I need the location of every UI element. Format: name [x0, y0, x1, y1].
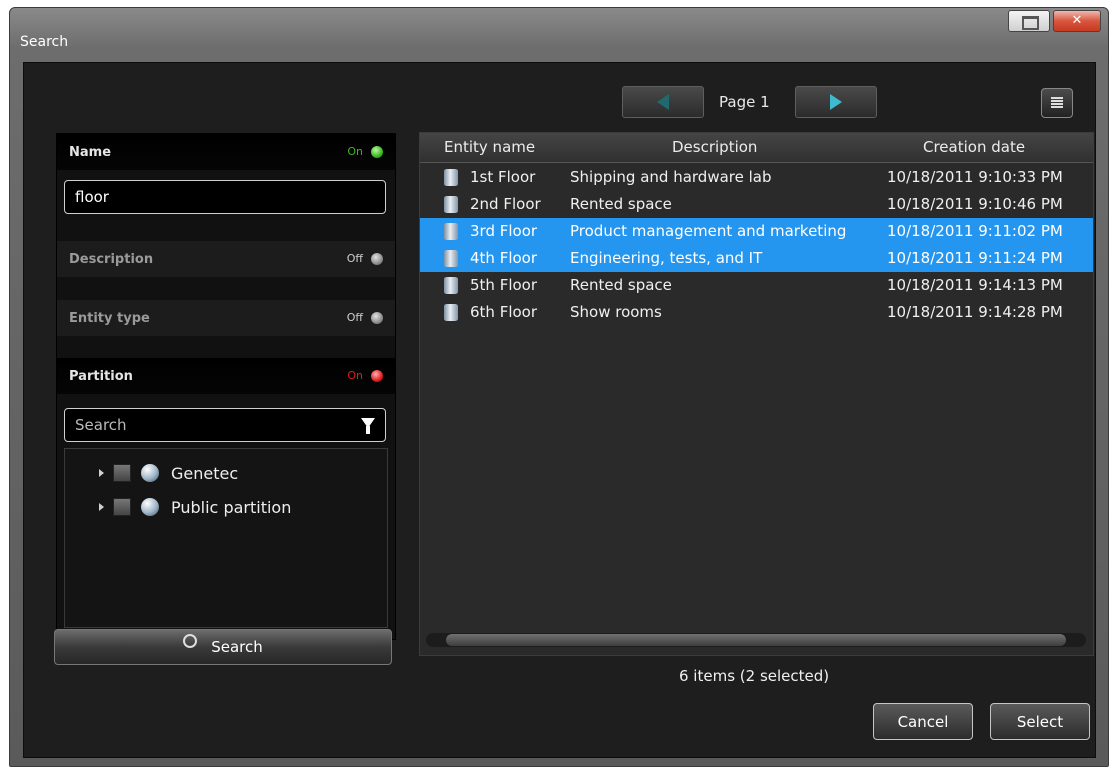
name-filter-header[interactable]: Name On [57, 134, 395, 170]
table-row[interactable]: 4th Floor Engineering, tests, and IT 10/18… [420, 245, 1093, 272]
cell-description: Rented space [570, 195, 672, 213]
search-button-label: Search [211, 638, 263, 656]
checkbox[interactable] [113, 498, 131, 516]
partition-search-input[interactable]: Search [64, 408, 386, 442]
on-indicator-icon[interactable] [371, 146, 383, 158]
area-icon [444, 277, 458, 294]
cell-entity-name: 5th Floor [470, 276, 538, 294]
expand-icon[interactable] [99, 503, 104, 511]
cell-entity-name: 2nd Floor [470, 195, 541, 213]
tree-item-genetec[interactable]: Genetec [99, 461, 238, 485]
cell-description: Engineering, tests, and IT [570, 249, 763, 267]
table-row[interactable]: 2nd Floor Rented space 10/18/2011 9:10:46 … [420, 191, 1093, 218]
entity-type-filter-header[interactable]: Entity type Off [57, 300, 395, 336]
previous-page-button[interactable] [622, 86, 704, 118]
select-button[interactable]: Select [990, 703, 1090, 740]
grid-header: Entity name Description Creation date [420, 133, 1093, 163]
table-row[interactable]: 3rd Floor Product management and marketin… [420, 218, 1093, 245]
filter-icon[interactable] [361, 418, 375, 434]
cell-entity-name: 1st Floor [470, 168, 536, 186]
list-view-icon [1051, 97, 1063, 109]
filter-state: On [347, 145, 363, 158]
window-title: Search [20, 34, 69, 50]
description-filter-header[interactable]: Description Off [57, 241, 395, 277]
results-grid: Entity name Description Creation date 1s… [419, 132, 1094, 656]
search-placeholder: Search [75, 416, 127, 434]
search-dialog: Search ✕ Page 1 Name On floor Descriptio… [9, 7, 1109, 767]
title-bar: Search ✕ [10, 8, 1108, 62]
tree-item-label: Genetec [171, 463, 239, 483]
cell-entity-name: 4th Floor [470, 249, 538, 267]
filter-label: Partition [69, 369, 133, 384]
area-icon [444, 304, 458, 321]
column-header-entity-name[interactable]: Entity name [444, 138, 535, 156]
area-icon [444, 223, 458, 240]
arrow-right-icon [830, 94, 842, 110]
table-row[interactable]: 1st Floor Shipping and hardware lab 10/18/… [420, 164, 1093, 191]
name-input[interactable]: floor [64, 180, 386, 214]
area-icon [444, 250, 458, 267]
filter-state: Off [346, 252, 363, 265]
filter-label: Entity type [69, 311, 150, 326]
cell-creation-date: 10/18/2011 9:14:28 PM [887, 303, 1063, 321]
off-indicator-icon[interactable] [371, 253, 383, 265]
column-view-button[interactable] [1041, 88, 1073, 118]
filter-label: Description [69, 252, 154, 267]
cancel-button[interactable]: Cancel [873, 703, 973, 740]
page-label: Page 1 [719, 93, 770, 111]
search-icon [183, 634, 198, 648]
next-page-button[interactable] [795, 86, 877, 118]
cell-description: Rented space [570, 276, 672, 294]
filter-state: On [347, 369, 363, 382]
area-icon [444, 196, 458, 213]
partition-icon [141, 498, 159, 516]
cell-description: Product management and marketing [570, 222, 847, 240]
partition-filter-header[interactable]: Partition On [57, 358, 395, 394]
partition-tree: Genetec Public partition [64, 448, 388, 628]
partition-icon [141, 464, 159, 482]
checkbox[interactable] [113, 464, 131, 482]
expand-icon[interactable] [99, 469, 104, 477]
filter-panel: Name On floor Description Off Entity typ… [56, 133, 396, 640]
column-header-description[interactable]: Description [672, 138, 757, 156]
cell-description: Shipping and hardware lab [570, 168, 772, 186]
table-row[interactable]: 6th Floor Show rooms 10/18/2011 9:14:28 PM [420, 299, 1093, 326]
off-indicator-icon[interactable] [371, 312, 383, 324]
cell-creation-date: 10/18/2011 9:14:13 PM [887, 276, 1063, 294]
table-row[interactable]: 5th Floor Rented space 10/18/2011 9:14:13 … [420, 272, 1093, 299]
maximize-button[interactable] [1008, 10, 1050, 32]
cell-creation-date: 10/18/2011 9:10:33 PM [887, 168, 1063, 186]
cell-entity-name: 6th Floor [470, 303, 538, 321]
column-header-creation-date[interactable]: Creation date [923, 138, 1025, 156]
status-text: 6 items (2 selected) [679, 667, 830, 685]
cell-creation-date: 10/18/2011 9:11:02 PM [887, 222, 1063, 240]
tree-item-public-partition[interactable]: Public partition [99, 495, 291, 519]
horizontal-scrollbar[interactable] [426, 633, 1086, 647]
area-icon [444, 169, 458, 186]
scrollbar-thumb[interactable] [446, 634, 1066, 646]
close-button[interactable]: ✕ [1053, 10, 1101, 32]
cell-entity-name: 3rd Floor [470, 222, 538, 240]
on-indicator-icon[interactable] [371, 370, 383, 382]
cell-creation-date: 10/18/2011 9:10:46 PM [887, 195, 1063, 213]
cell-description: Show rooms [570, 303, 662, 321]
filter-state: Off [346, 311, 363, 324]
cell-creation-date: 10/18/2011 9:11:24 PM [887, 249, 1063, 267]
tree-item-label: Public partition [171, 497, 292, 517]
search-button[interactable]: Search [54, 629, 392, 665]
filter-label: Name [69, 145, 112, 160]
arrow-left-icon [657, 94, 669, 110]
